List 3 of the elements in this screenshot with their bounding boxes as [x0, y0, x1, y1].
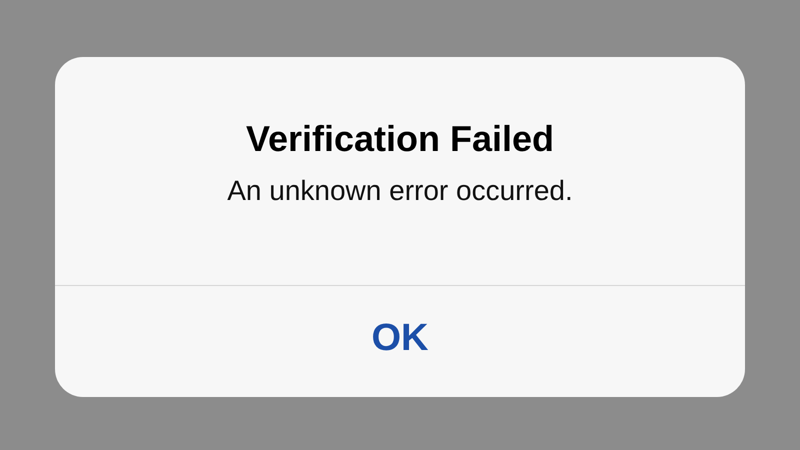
alert-title: Verification Failed	[246, 117, 554, 161]
alert-message: An unknown error occurred.	[227, 174, 573, 208]
ok-button[interactable]: OK	[55, 286, 745, 397]
